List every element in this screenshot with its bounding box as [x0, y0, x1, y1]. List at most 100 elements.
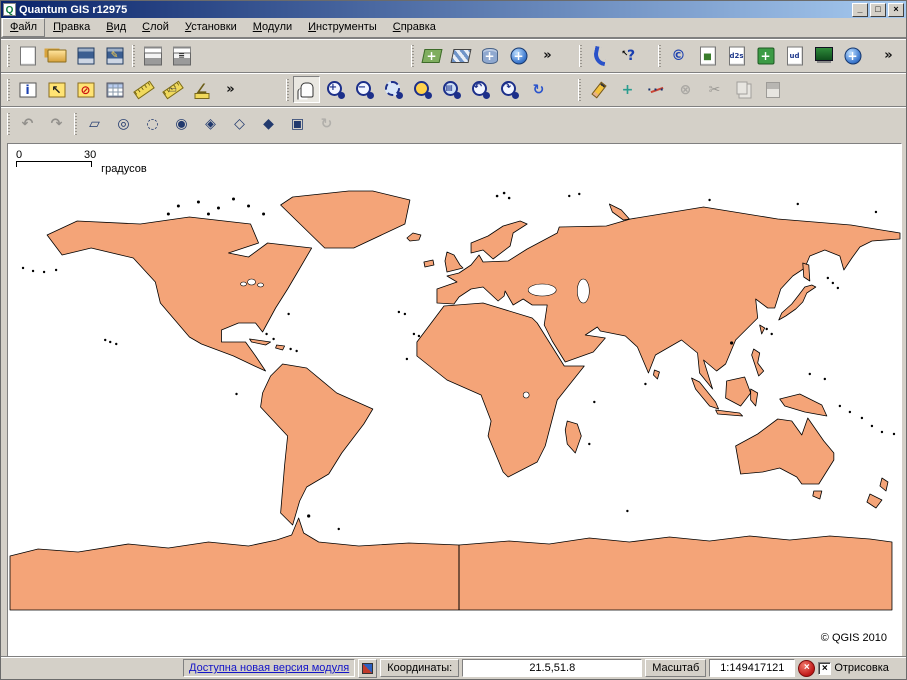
copy-features-icon [733, 79, 755, 101]
app-icon: Q [3, 3, 16, 16]
toggle-editing-button[interactable] [585, 76, 612, 103]
toolbar-handle[interactable] [7, 79, 10, 101]
zoom-in-button[interactable] [322, 76, 349, 103]
zoom-next-button[interactable] [496, 76, 523, 103]
add-vector-layer-button[interactable] [418, 42, 445, 69]
toolbar-handle[interactable] [286, 79, 289, 101]
scale-bar-line [16, 161, 92, 167]
render-checkbox[interactable]: × [818, 662, 831, 675]
land-cuba [250, 339, 271, 345]
zoom-to-layer-icon [441, 79, 463, 101]
deselect-features-button[interactable] [72, 76, 99, 103]
attribute-toolbar-overflow-button[interactable] [217, 76, 244, 103]
pan-map-button[interactable] [293, 76, 320, 103]
copyright-label-button[interactable] [665, 42, 692, 69]
toolbar-handle[interactable] [74, 113, 77, 135]
add-ring-button[interactable] [168, 110, 195, 137]
new-project-button[interactable] [14, 42, 41, 69]
delete-part-icon [142, 113, 164, 135]
scale-label: Масштаб [645, 659, 706, 677]
delete-ring-button[interactable] [110, 110, 137, 137]
menu-item-layer[interactable]: Слой [134, 18, 177, 37]
merge-features-button[interactable] [284, 110, 311, 137]
title-bar[interactable]: Q Quantum GIS r12975 _ □ × [1, 1, 906, 18]
toolbar-handle[interactable] [411, 45, 414, 67]
zoom-to-layer-button[interactable] [438, 76, 465, 103]
whats-this-button[interactable] [615, 42, 642, 69]
add-wms-layer-button[interactable] [505, 42, 532, 69]
toolbar-handle[interactable] [7, 113, 10, 135]
menu-item-file[interactable]: Файл [2, 18, 45, 37]
delete-part-button[interactable] [139, 110, 166, 137]
toolbar-row2 [1, 72, 906, 106]
coordinates-label: Координаты: [380, 659, 459, 677]
simplify-feature-button[interactable] [81, 110, 108, 137]
add-raster-layer-button[interactable] [447, 42, 474, 69]
reshape-features-button[interactable] [226, 110, 253, 137]
help-contents-button[interactable] [586, 42, 613, 69]
toggle-editing-icon [588, 79, 610, 101]
stop-rendering-button[interactable]: × [798, 660, 815, 677]
close-button[interactable]: × [888, 3, 904, 17]
plugin-toolbar-overflow-button[interactable] [875, 42, 902, 69]
zoom-last-button[interactable] [467, 76, 494, 103]
add-postgis-layer-button[interactable] [476, 42, 503, 69]
toolbar-handle[interactable] [578, 79, 581, 101]
menu-item-plugins[interactable]: Модули [245, 18, 300, 37]
open-project-button[interactable] [43, 42, 70, 69]
menu-item-help[interactable]: Справка [385, 18, 444, 37]
toolbar-handle[interactable] [132, 45, 135, 67]
zoom-out-button[interactable] [351, 76, 378, 103]
add-raster-layer-icon [450, 45, 472, 67]
save-project-button[interactable] [72, 42, 99, 69]
toolbar-handle[interactable] [579, 45, 582, 67]
zoom-out-icon [354, 79, 376, 101]
black-sea [528, 284, 556, 296]
gps-tools-button[interactable] [752, 42, 779, 69]
add-part-button[interactable] [197, 110, 224, 137]
menu-item-settings[interactable]: Установки [177, 18, 245, 37]
split-features-button[interactable] [255, 110, 282, 137]
move-feature-button[interactable] [614, 76, 641, 103]
select-features-button[interactable] [43, 76, 70, 103]
new-project-icon [17, 45, 39, 67]
maximize-button[interactable]: □ [870, 3, 886, 17]
great-lake-1 [248, 279, 256, 285]
save-project-as-button[interactable] [101, 42, 128, 69]
refresh-map-button[interactable] [525, 76, 552, 103]
map-canvas[interactable]: 0 30 градусов © QGIS 2010 [7, 143, 902, 657]
zoom-full-button[interactable] [409, 76, 436, 103]
new-print-composer-icon [142, 45, 164, 67]
toolbar-handle[interactable] [658, 45, 661, 67]
measure-angle-button[interactable] [188, 76, 215, 103]
composer-manager-button[interactable] [168, 42, 195, 69]
ogr-converter-button[interactable] [781, 42, 808, 69]
toolbar-handle[interactable] [7, 45, 10, 67]
layer-toolbar-overflow-button[interactable] [534, 42, 561, 69]
menu-item-tools[interactable]: Инструменты [300, 18, 385, 37]
dxf2shp-converter-button[interactable] [723, 42, 750, 69]
plugin-update-link[interactable]: Доступна новая версия модуля [189, 662, 349, 674]
menu-item-view[interactable]: Вид [98, 18, 134, 37]
coordinate-capture-button[interactable] [839, 42, 866, 69]
plugin-update-button[interactable] [358, 659, 377, 678]
minimize-button[interactable]: _ [852, 3, 868, 17]
split-features-icon [258, 113, 280, 135]
quick-print-button[interactable] [694, 42, 721, 69]
world-map [8, 144, 901, 656]
zoom-to-selection-button[interactable] [380, 76, 407, 103]
pan-map-icon [296, 79, 318, 101]
measure-line-button[interactable] [130, 76, 157, 103]
node-tool-button[interactable] [643, 76, 670, 103]
mapserver-export-button[interactable] [810, 42, 837, 69]
identify-features-button[interactable] [14, 76, 41, 103]
new-print-composer-button[interactable] [139, 42, 166, 69]
composer-manager-icon [171, 45, 193, 67]
scale-field[interactable] [709, 659, 795, 677]
land-antarctica [10, 518, 892, 610]
node-tool-icon [646, 79, 668, 101]
coordinates-field[interactable] [462, 659, 642, 677]
open-attribute-table-button[interactable] [101, 76, 128, 103]
menu-item-edit[interactable]: Правка [45, 18, 98, 37]
measure-area-button[interactable] [159, 76, 186, 103]
